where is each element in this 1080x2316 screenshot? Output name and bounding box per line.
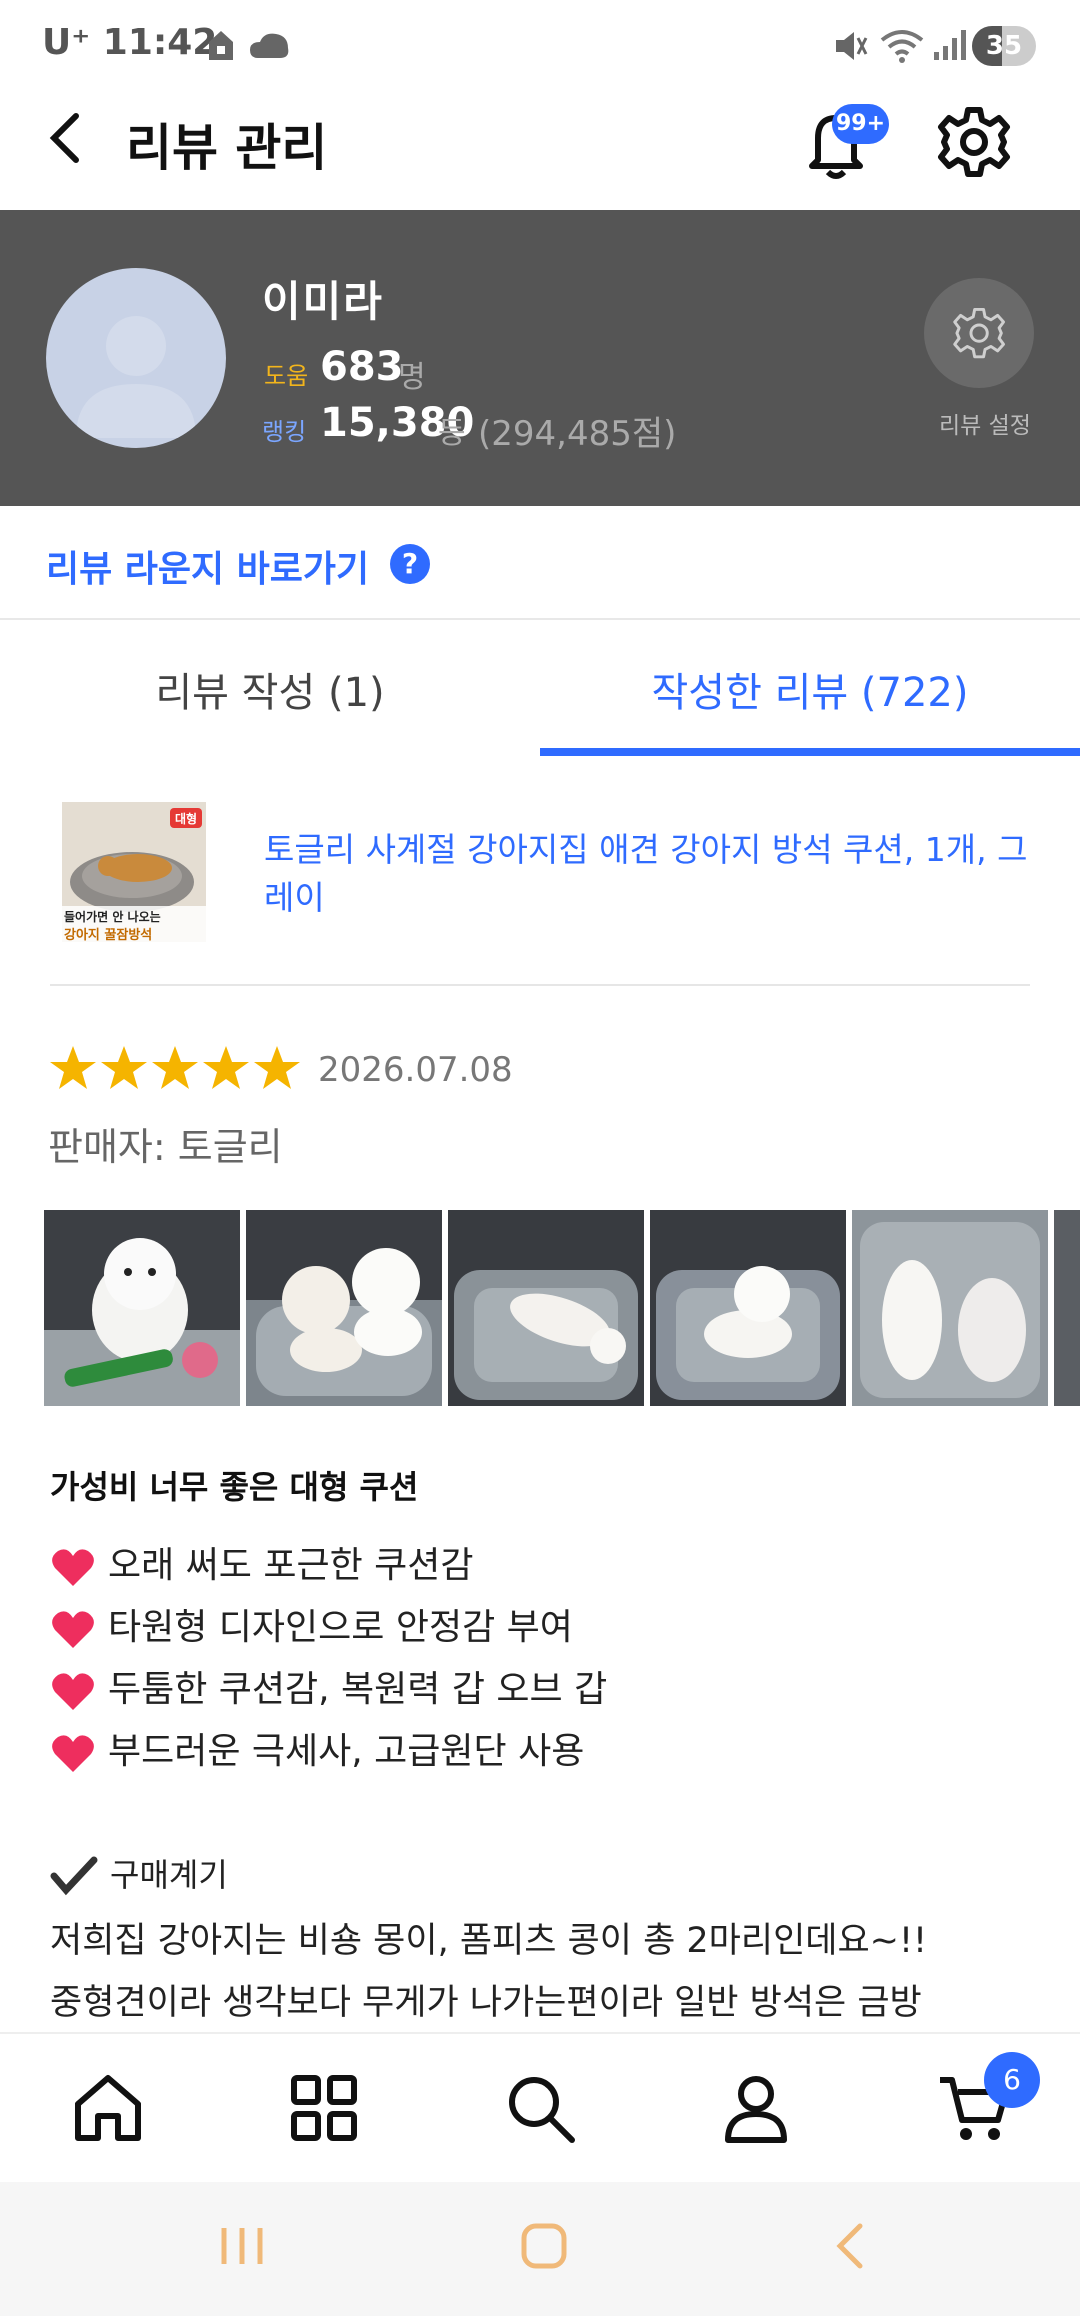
red-heart-icon [52, 1735, 94, 1772]
review-photo-5[interactable] [852, 1210, 1048, 1406]
my-account-icon[interactable] [718, 2070, 794, 2146]
page-title: 리뷰 관리 [126, 119, 328, 177]
dog-photo-image [44, 1210, 240, 1406]
dog-photo-image [650, 1210, 846, 1406]
dog-photo-image [448, 1210, 644, 1406]
settings-gear-icon[interactable] [936, 104, 1012, 180]
help-label: 도움 [264, 362, 309, 390]
avatar [46, 268, 226, 448]
user-name: 이미라 [262, 277, 384, 326]
review-body-line: 중형견이라 생각보다 무게가 나가는편이라 일반 방석은 금방 [50, 1983, 922, 2023]
home-button-icon[interactable] [518, 2220, 570, 2272]
avatar-placeholder-icon [76, 316, 196, 438]
search-icon[interactable] [502, 2070, 578, 2146]
wifi-icon [880, 30, 924, 63]
dog-photo-image [246, 1210, 442, 1406]
thumb-caption-2: 강아지 꿀잠방석 [64, 928, 153, 942]
product-thumbnail[interactable]: 대형 들어가면 안 나오는 강아지 꿀잠방석 [62, 802, 206, 942]
cart-count-badge: 6 [984, 2052, 1040, 2108]
thumb-badge: 대형 [174, 812, 198, 826]
divider [0, 618, 1080, 620]
review-photo-2[interactable] [246, 1210, 442, 1406]
back-arrow-icon[interactable] [40, 110, 96, 166]
seller-name: 판매자: 토글리 [48, 1125, 283, 1169]
review-body-line: 저희집 강아지는 비숑 몽이, 폼피츠 콩이 총 2마리인데요~!! [50, 1921, 928, 1961]
cloud-icon [250, 33, 289, 58]
bullet-text: 부드러운 극세사, 고급원단 사용 [108, 1731, 585, 1772]
tab-write-review[interactable]: 리뷰 작성 (1) [0, 660, 540, 718]
status-bar: U⁺ 11:42 35 [0, 0, 1080, 90]
rank-label: 랭킹 [262, 418, 307, 446]
red-heart-icon [52, 1549, 94, 1586]
help-icon[interactable]: ? [390, 544, 430, 584]
mute-icon [836, 32, 868, 60]
review-bullet: 두툼한 쿠션감, 복원력 갑 오브 갑 [50, 1660, 607, 1714]
review-photo-6-partial[interactable] [1054, 1210, 1080, 1406]
review-bullet: 오래 써도 포근한 쿠션감 [50, 1536, 474, 1590]
review-settings-button[interactable] [924, 278, 1034, 388]
review-photo-3[interactable] [448, 1210, 644, 1406]
purchase-reason-label: 구매계기 [110, 1856, 228, 1894]
rank-unit: 등 [438, 416, 466, 451]
signal-icon [934, 30, 966, 60]
review-bullet: 타원형 디자인으로 안정감 부여 [50, 1598, 573, 1652]
rank-points: (294,485점) [478, 414, 677, 454]
battery-level: 35 [985, 31, 1023, 61]
help-unit: 명 [398, 360, 426, 395]
tab-written-reviews[interactable]: 작성한 리뷰 (722) [540, 660, 1080, 718]
review-settings-label[interactable]: 리뷰 설정 [930, 406, 1040, 440]
recent-apps-icon[interactable] [216, 2224, 268, 2268]
review-photo-4[interactable] [650, 1210, 846, 1406]
checkmark-icon [50, 1856, 98, 1896]
battery-icon: 35 [972, 26, 1036, 66]
divider [50, 984, 1030, 986]
category-grid-icon[interactable] [286, 2070, 362, 2146]
status-carrier-time: U⁺ 11:42 [42, 22, 218, 63]
notification-badge: 99+ [832, 104, 890, 144]
red-heart-icon [52, 1611, 94, 1648]
product-title-link[interactable]: 토글리 사계절 강아지집 애견 강아지 방석 쿠션, 1개, 그레이 [264, 826, 1034, 922]
home-easy-icon [209, 31, 233, 60]
red-heart-icon [52, 1673, 94, 1710]
back-button-icon[interactable] [830, 2220, 870, 2272]
home-icon[interactable] [70, 2070, 146, 2146]
review-settings-gear-icon [953, 307, 1006, 359]
bullet-text: 오래 써도 포근한 쿠션감 [108, 1545, 474, 1586]
help-count: 683 [320, 344, 404, 390]
active-tab-indicator [540, 748, 1080, 756]
review-heading: 가성비 너무 좋은 대형 쿠션 [50, 1468, 419, 1506]
review-photo-1[interactable] [44, 1210, 240, 1406]
review-lounge-link[interactable]: 리뷰 라운지 바로가기 [46, 540, 369, 592]
bullet-text: 타원형 디자인으로 안정감 부여 [108, 1607, 573, 1648]
review-bullet: 부드러운 극세사, 고급원단 사용 [50, 1722, 584, 1776]
review-date: 2026.07.08 [318, 1050, 513, 1090]
five-stars-icon [50, 1046, 300, 1089]
dog-photo-image [852, 1210, 1048, 1406]
bullet-text: 두툼한 쿠션감, 복원력 갑 오브 갑 [108, 1669, 608, 1710]
thumb-caption-1: 들어가면 안 나오는 [64, 910, 161, 924]
star-rating [48, 1044, 302, 1098]
